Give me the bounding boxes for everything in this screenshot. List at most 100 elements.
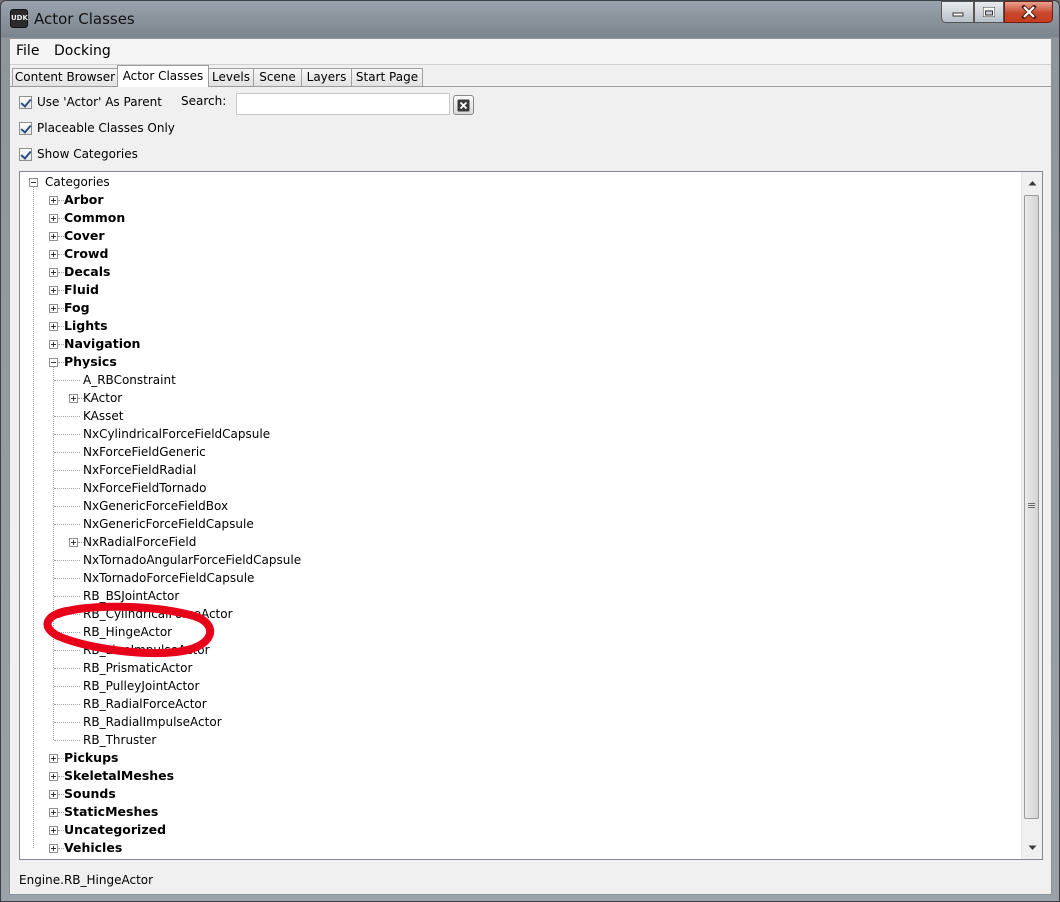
tree-category[interactable]: Cover	[64, 227, 105, 245]
menu-file[interactable]: File	[16, 43, 39, 59]
expand-plus-icon[interactable]	[49, 790, 58, 799]
tree-category[interactable]: Physics	[64, 353, 117, 371]
expand-plus-icon[interactable]	[49, 250, 58, 259]
clear-search-button[interactable]	[453, 95, 474, 115]
tree-item[interactable]: NxRadialForceField	[83, 533, 196, 551]
close-button[interactable]	[1004, 1, 1053, 23]
tree-root[interactable]: Categories	[45, 173, 110, 191]
collapse-minus-icon[interactable]	[49, 358, 58, 367]
tab-scene[interactable]: Scene	[253, 68, 302, 86]
scrollbar-thumb[interactable]	[1024, 195, 1039, 819]
tree-item[interactable]: RB_CylindricalForceActor	[83, 605, 233, 623]
tree-guide-line	[58, 794, 64, 795]
scroll-down-button[interactable]	[1022, 839, 1042, 856]
tree-item[interactable]: KActor	[83, 389, 122, 407]
tab-layers[interactable]: Layers	[301, 68, 352, 86]
expand-plus-icon[interactable]	[49, 196, 58, 205]
tree-item[interactable]: RB_Thruster	[83, 731, 156, 749]
tree-item[interactable]: RB_RadialForceActor	[83, 695, 207, 713]
tree-item[interactable]: NxGenericForceFieldBox	[83, 497, 228, 515]
tree-guide-line	[54, 560, 80, 561]
udk-app-icon: UDK	[10, 9, 28, 28]
tree-category[interactable]: SkeletalMeshes	[64, 767, 174, 785]
tree-category[interactable]: Pickups	[64, 749, 118, 767]
collapse-minus-icon[interactable]	[29, 178, 38, 187]
tree-item[interactable]: KAsset	[83, 407, 123, 425]
tree-guide-line	[58, 272, 64, 273]
tree-item[interactable]: NxCylindricalForceFieldCapsule	[83, 425, 270, 443]
tab-start-page[interactable]: Start Page	[351, 68, 423, 86]
tree-item[interactable]: A_RBConstraint	[83, 371, 176, 389]
close-icon	[1020, 5, 1037, 19]
expand-plus-icon[interactable]	[49, 754, 58, 763]
tree-guide-line	[58, 344, 64, 345]
tree-guide-line	[78, 398, 84, 399]
use-actor-parent-label: Use 'Actor' As Parent	[37, 95, 162, 109]
expand-plus-icon[interactable]	[69, 394, 78, 403]
tree-category[interactable]: Uncategorized	[64, 821, 166, 839]
tree-guide-line	[53, 367, 54, 740]
tab-content-browser[interactable]: Content Browser	[12, 68, 118, 86]
tree-item[interactable]: NxForceFieldRadial	[83, 461, 196, 479]
tree-category[interactable]: Crowd	[64, 245, 108, 263]
expand-plus-icon[interactable]	[49, 772, 58, 781]
window-title: Actor Classes	[34, 10, 135, 28]
tree-category[interactable]: StaticMeshes	[64, 803, 158, 821]
tab-strip: Content Browser Actor Classes Levels Sce…	[10, 65, 1051, 87]
tree-category[interactable]: Fluid	[64, 281, 99, 299]
tree-category[interactable]: Navigation	[64, 335, 140, 353]
tree-guide-line	[54, 722, 80, 723]
tree-guide-line	[54, 632, 80, 633]
expand-plus-icon[interactable]	[49, 340, 58, 349]
tab-actor-classes[interactable]: Actor Classes	[117, 65, 209, 87]
tab-levels[interactable]: Levels	[208, 68, 254, 86]
expand-plus-icon[interactable]	[49, 268, 58, 277]
expand-plus-icon[interactable]	[49, 214, 58, 223]
tree-guide-line	[58, 362, 64, 363]
tree-category[interactable]: Vehicles	[64, 839, 122, 857]
tree-item[interactable]: RB_PulleyJointActor	[83, 677, 199, 695]
expand-plus-icon[interactable]	[49, 808, 58, 817]
expand-plus-icon[interactable]	[49, 322, 58, 331]
tree-category[interactable]: Arbor	[64, 191, 104, 209]
tree-item[interactable]: RB_PrismaticActor	[83, 659, 192, 677]
tree-item[interactable]: RB_RadialImpulseActor	[83, 713, 222, 731]
minimize-button[interactable]	[941, 1, 974, 23]
tree-item[interactable]: NxGenericForceFieldCapsule	[83, 515, 254, 533]
menu-docking[interactable]: Docking	[54, 43, 111, 59]
tree-item-rb-hinge-actor[interactable]: RB_HingeActor	[83, 623, 172, 641]
tree-guide-line	[58, 758, 64, 759]
tree-category[interactable]: Decals	[64, 263, 110, 281]
expand-plus-icon[interactable]	[49, 286, 58, 295]
expand-plus-icon[interactable]	[49, 232, 58, 241]
placeable-only-checkbox[interactable]: Placeable Classes Only	[19, 121, 175, 135]
tree-item[interactable]: NxTornadoAngularForceFieldCapsule	[83, 551, 301, 569]
expand-plus-icon[interactable]	[69, 538, 78, 547]
tree-guide-line	[58, 236, 64, 237]
use-actor-parent-checkbox[interactable]: Use 'Actor' As Parent	[19, 95, 162, 109]
expand-plus-icon[interactable]	[49, 826, 58, 835]
tree-category[interactable]: Sounds	[64, 785, 116, 803]
tree-category[interactable]: Lights	[64, 317, 108, 335]
class-tree[interactable]: Categories Arbor Common Cover Crowd Decals Flu…	[19, 171, 1043, 860]
tree-item[interactable]: RB_LineImpulseActor	[83, 641, 210, 659]
tree-item[interactable]: NxForceFieldTornado	[83, 479, 207, 497]
expand-plus-icon[interactable]	[49, 844, 58, 853]
tree-item[interactable]: NxForceFieldGeneric	[83, 443, 206, 461]
show-categories-checkbox[interactable]: Show Categories	[19, 147, 138, 161]
class-tree-content: Categories Arbor Common Cover Crowd Decals Flu…	[20, 172, 1020, 859]
tree-item[interactable]: RB_BSJointActor	[83, 587, 179, 605]
title-bar[interactable]: UDK Actor Classes	[1, 1, 1059, 37]
tree-category[interactable]: Fog	[64, 299, 90, 317]
tree-category[interactable]: Common	[64, 209, 125, 227]
tree-guide-line	[58, 812, 64, 813]
tree-guide-line	[58, 776, 64, 777]
vertical-scrollbar[interactable]	[1021, 172, 1042, 859]
scroll-up-button[interactable]	[1022, 174, 1042, 191]
expand-plus-icon[interactable]	[49, 304, 58, 313]
tree-guide-line	[54, 740, 80, 741]
maximize-button[interactable]	[974, 1, 1004, 23]
search-input[interactable]	[236, 93, 450, 115]
minimize-icon	[952, 12, 963, 17]
tree-item[interactable]: NxTornadoForceFieldCapsule	[83, 569, 254, 587]
